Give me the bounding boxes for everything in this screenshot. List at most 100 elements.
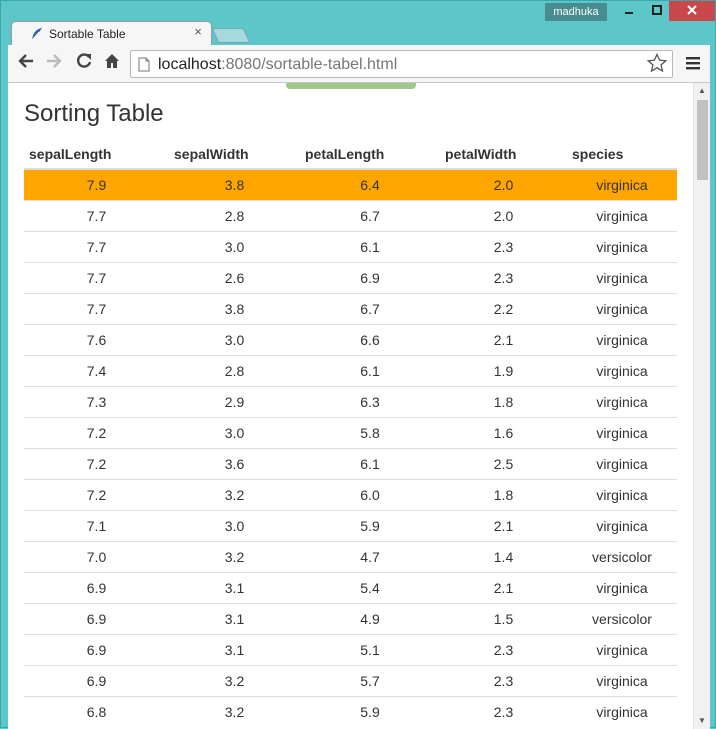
vertical-scrollbar[interactable]: ▲ ▼ (693, 83, 710, 729)
table-row[interactable]: 7.2 3.2 6.0 1.8 virginica (24, 478, 677, 510)
table-cell-sepalLength: 7.4 (24, 354, 169, 386)
table-cell-petalLength: 6.3 (300, 385, 440, 417)
scrollbar-thumb[interactable] (697, 100, 708, 180)
table-header-row: sepalLength sepalWidth petalLength petal… (24, 139, 677, 170)
table-row[interactable]: 7.1 3.0 5.9 2.1 virginica (24, 509, 677, 541)
page-icon (138, 57, 150, 72)
table-cell-sepalLength: 7.7 (24, 230, 169, 262)
table-cell-petalLength: 6.4 (300, 168, 440, 200)
table-cell-sepalLength: 7.9 (24, 168, 169, 200)
table-cell-sepalLength: 7.3 (24, 385, 169, 417)
table-row[interactable]: 6.9 3.1 5.4 2.1 virginica (24, 571, 677, 603)
table-cell-petalWidth: 2.3 (440, 633, 567, 665)
table-cell-sepalWidth: 3.0 (169, 416, 300, 448)
table-row[interactable]: 6.9 3.1 4.9 1.5 versicolor (24, 602, 677, 634)
table-cell-petalLength: 4.7 (300, 540, 440, 572)
table-cell-petalLength: 5.8 (300, 416, 440, 448)
profile-user-badge[interactable]: madhuka (545, 3, 607, 21)
table-cell-sepalWidth: 3.2 (169, 695, 300, 727)
table-row[interactable]: 6.8 3.2 5.9 2.3 virginica (24, 695, 677, 727)
table-row[interactable]: 7.2 3.0 5.8 1.6 virginica (24, 416, 677, 448)
table-row[interactable]: 7.7 3.0 6.1 2.3 virginica (24, 230, 677, 262)
table-cell-petalLength: 5.4 (300, 571, 440, 603)
new-tab-button[interactable] (211, 28, 251, 43)
table-cell-sepalWidth: 3.2 (169, 540, 300, 572)
table-cell-petalLength: 6.1 (300, 354, 440, 386)
address-bar[interactable]: localhost:8080/sortable-tabel.html (130, 50, 673, 78)
table-row[interactable]: 7.9 3.8 6.4 2.0 virginica (24, 168, 677, 200)
table-cell-petalLength: 5.9 (300, 509, 440, 541)
bookmark-star-icon[interactable] (646, 52, 668, 75)
table-cell-petalWidth: 1.9 (440, 354, 567, 386)
table-row[interactable]: 6.9 3.1 5.1 2.3 virginica (24, 633, 677, 665)
table-cell-petalLength: 6.7 (300, 292, 440, 324)
column-header-species[interactable]: species (567, 139, 677, 170)
reload-icon[interactable] (72, 52, 96, 76)
table-cell-sepalWidth: 3.1 (169, 633, 300, 665)
table-cell-sepalLength: 7.7 (24, 199, 169, 231)
table-cell-sepalLength: 6.9 (24, 602, 169, 634)
home-icon[interactable] (100, 52, 124, 76)
table-cell-sepalLength: 7.6 (24, 323, 169, 355)
table-cell-sepalWidth: 2.8 (169, 199, 300, 231)
column-header-petalWidth[interactable]: petalWidth (440, 139, 567, 170)
table-row[interactable]: 7.0 3.2 4.7 1.4 versicolor (24, 540, 677, 572)
table-cell-sepalWidth: 3.2 (169, 664, 300, 696)
table-row[interactable]: 6.9 3.2 5.7 2.3 virginica (24, 664, 677, 696)
close-tab-icon[interactable]: × (191, 24, 205, 39)
table-cell-petalWidth: 1.6 (440, 416, 567, 448)
feather-icon (31, 28, 42, 41)
table-cell-sepalWidth: 2.6 (169, 261, 300, 293)
tab-sortable-table[interactable]: Sortable Table × (11, 21, 212, 46)
table-cell-sepalLength: 6.8 (24, 695, 169, 727)
table-cell-species: virginica (567, 168, 677, 200)
table-cell-petalWidth: 2.1 (440, 323, 567, 355)
minimize-icon[interactable] (615, 1, 643, 21)
table-cell-species: virginica (567, 385, 677, 417)
table-row[interactable]: 7.3 2.9 6.3 1.8 virginica (24, 385, 677, 417)
table-row[interactable]: 7.4 2.8 6.1 1.9 virginica (24, 354, 677, 386)
table-cell-sepalWidth: 3.8 (169, 292, 300, 324)
table-cell-petalLength: 5.1 (300, 633, 440, 665)
table-row[interactable]: 7.7 2.8 6.7 2.0 virginica (24, 199, 677, 231)
table-body: 7.9 3.8 6.4 2.0 virginica 7.7 2.8 6.7 2.0 virgini… (24, 168, 677, 727)
browser-window: Sortable Table × madhuka localhost:8080/… (0, 0, 716, 729)
table-cell-species: virginica (567, 354, 677, 386)
table-row[interactable]: 7.7 3.8 6.7 2.2 virginica (24, 292, 677, 324)
table-cell-species: virginica (567, 571, 677, 603)
table-cell-sepalWidth: 3.1 (169, 602, 300, 634)
column-header-sepalLength[interactable]: sepalLength (24, 139, 169, 170)
window-close-icon[interactable] (669, 1, 715, 21)
scroll-up-arrow-icon[interactable]: ▲ (694, 83, 710, 99)
back-arrow-icon[interactable] (14, 52, 38, 76)
hamburger-menu-icon[interactable] (682, 53, 704, 75)
table-cell-petalLength: 6.1 (300, 230, 440, 262)
table-cell-sepalLength: 6.9 (24, 664, 169, 696)
table-cell-sepalLength: 7.7 (24, 261, 169, 293)
scroll-down-arrow-icon[interactable]: ▼ (694, 713, 710, 729)
column-header-petalLength[interactable]: petalLength (300, 139, 440, 170)
url-text: localhost:8080/sortable-tabel.html (158, 56, 397, 74)
table-cell-petalWidth: 1.4 (440, 540, 567, 572)
table-cell-sepalLength: 7.2 (24, 478, 169, 510)
maximize-icon[interactable] (643, 1, 671, 21)
table-cell-petalLength: 6.9 (300, 261, 440, 293)
table-cell-species: virginica (567, 478, 677, 510)
table-cell-petalWidth: 2.2 (440, 292, 567, 324)
table-row[interactable]: 7.2 3.6 6.1 2.5 virginica (24, 447, 677, 479)
top-indicator-bar (286, 83, 416, 89)
table-cell-sepalLength: 7.7 (24, 292, 169, 324)
table-cell-sepalWidth: 2.8 (169, 354, 300, 386)
table-cell-sepalLength: 6.9 (24, 633, 169, 665)
table-cell-species: versicolor (567, 540, 677, 572)
table-row[interactable]: 7.7 2.6 6.9 2.3 virginica (24, 261, 677, 293)
table-cell-petalLength: 6.7 (300, 199, 440, 231)
table-cell-species: virginica (567, 664, 677, 696)
forward-arrow-icon[interactable] (42, 52, 66, 76)
column-header-sepalWidth[interactable]: sepalWidth (169, 139, 300, 170)
table-cell-petalLength: 5.9 (300, 695, 440, 727)
table-row[interactable]: 7.6 3.0 6.6 2.1 virginica (24, 323, 677, 355)
table-cell-species: virginica (567, 261, 677, 293)
table-cell-petalLength: 6.1 (300, 447, 440, 479)
table-cell-sepalWidth: 3.1 (169, 571, 300, 603)
